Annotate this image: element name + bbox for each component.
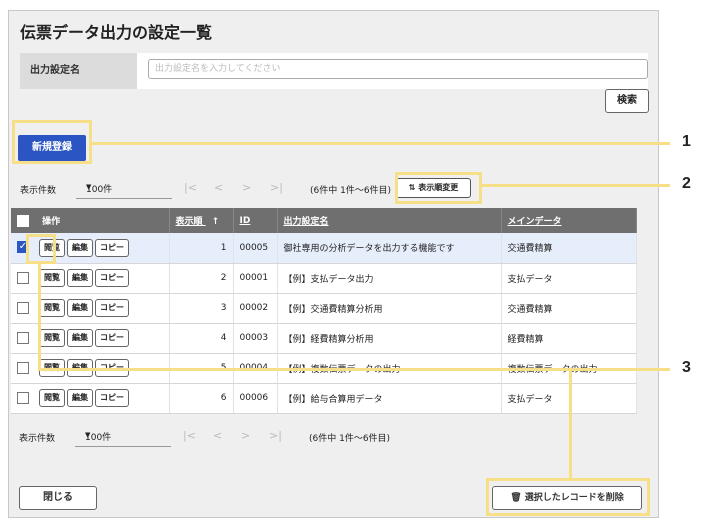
row-ops: 閲覧編集コピー: [11, 323, 170, 354]
cell-id: 00005: [233, 233, 278, 264]
edit-button[interactable]: 編集: [67, 329, 93, 347]
per-page-select[interactable]: 100件 ▼: [76, 177, 172, 199]
first-page-icon[interactable]: |<: [183, 429, 196, 442]
header-ops: 操作: [11, 208, 170, 233]
next-page-icon[interactable]: >: [242, 181, 251, 194]
new-registration-button[interactable]: 新規登録: [18, 135, 86, 161]
cell-main-data: 交通費精算: [501, 233, 637, 264]
row-ops: 閲覧編集コピー: [11, 263, 170, 294]
caret-down-icon: ▼: [86, 183, 92, 191]
cell-order: 2: [169, 263, 234, 294]
settings-table: 操作 表示順 ↑ ID 出力設定名 メインデータ ✓ 閲覧 編集 コピー 1 00005 御…: [11, 208, 637, 414]
sort-button-label: 表示順変更: [418, 183, 459, 192]
row-ops: ✓ 閲覧 編集 コピー: [11, 233, 170, 264]
cell-id: 00003: [233, 323, 278, 354]
callout-line-2: [482, 184, 670, 187]
edit-button[interactable]: 編集: [67, 389, 93, 407]
next-page-icon[interactable]: >: [241, 429, 250, 442]
search-row: 出力設定名 出力設定名を入力してください: [20, 53, 648, 89]
row-checkbox[interactable]: [17, 391, 29, 404]
row-checkbox[interactable]: ✓: [17, 241, 29, 254]
view-button[interactable]: 閲覧: [39, 389, 65, 407]
display-order-change-button[interactable]: ⇅ 表示順変更: [396, 178, 471, 198]
row-ops: 閲覧編集コピー: [11, 293, 170, 324]
prev-page-icon[interactable]: <: [214, 181, 223, 194]
header-order[interactable]: 表示順 ↑: [169, 208, 234, 233]
cell-order: 6: [169, 383, 234, 414]
cell-name: 【例】給与合算用データ: [277, 383, 502, 414]
copy-button[interactable]: コピー: [95, 269, 129, 287]
edit-button[interactable]: 編集: [67, 238, 93, 257]
trash-icon: 🗑: [510, 493, 522, 503]
callout-number-2: 2: [682, 175, 691, 192]
per-page-label: 表示件数: [20, 186, 57, 196]
record-count-bottom: (6件中 1件～6件目): [309, 434, 391, 444]
callout-line-1: [92, 142, 670, 145]
cell-main-data: 経費精算: [501, 323, 637, 354]
last-page-icon[interactable]: >|: [269, 429, 282, 442]
table-row: 閲覧 編集 コピー 3 00002 【例】交通費精算分析用 交通費精算: [11, 293, 637, 324]
search-button[interactable]: 検索: [605, 89, 649, 113]
close-button[interactable]: 閉じる: [19, 486, 97, 510]
delete-label: 選択したレコードを削除: [524, 493, 624, 503]
header-ops-label: 操作: [42, 216, 61, 227]
view-button[interactable]: 閲覧: [39, 299, 65, 317]
cell-order: 1: [169, 233, 234, 264]
cell-name: 【例】経費精算分析用: [277, 323, 502, 354]
cell-order: 3: [169, 293, 234, 324]
row-checkbox[interactable]: [17, 301, 29, 314]
copy-button[interactable]: コピー: [95, 238, 129, 257]
cell-id: 00006: [233, 383, 278, 414]
last-page-icon[interactable]: >|: [270, 181, 283, 194]
sort-arrow-up-icon: ↑: [211, 217, 220, 227]
header-name[interactable]: 出力設定名: [277, 208, 502, 233]
view-button[interactable]: 閲覧: [39, 238, 65, 257]
callout-vline-3a: [38, 264, 41, 370]
edit-button[interactable]: 編集: [67, 269, 93, 287]
header-main-data[interactable]: メインデータ: [501, 208, 637, 233]
callout-number-3: 3: [682, 359, 691, 376]
copy-button[interactable]: コピー: [95, 329, 129, 347]
cell-id: 00002: [233, 293, 278, 324]
header-id[interactable]: ID: [233, 208, 278, 233]
callout-line-3: [38, 368, 670, 371]
header-order-label: 表示順: [175, 217, 203, 227]
search-label: 出力設定名: [20, 53, 137, 89]
callout-vline-3b: [569, 368, 572, 480]
cell-name: 御社専用の分析データを出力する機能です: [277, 233, 502, 264]
row-checkbox[interactable]: [17, 361, 29, 374]
prev-page-icon[interactable]: <: [213, 429, 222, 442]
view-button[interactable]: 閲覧: [39, 329, 65, 347]
record-count: (6件中 1件～6件目): [310, 186, 392, 196]
caret-down-icon: ▼: [85, 431, 91, 439]
table-row: ✓ 閲覧 編集 コピー 1 00005 御社専用の分析データを出力する機能です 交通費精算: [11, 233, 637, 264]
cell-main-data: 交通費精算: [501, 293, 637, 324]
copy-button[interactable]: コピー: [95, 299, 129, 317]
search-input[interactable]: 出力設定名を入力してください: [148, 59, 648, 79]
cell-id: 00001: [233, 263, 278, 294]
table-row: 閲覧 編集 コピー 6 00006 【例】給与合算用データ 支払データ: [11, 383, 637, 414]
first-page-icon[interactable]: |<: [184, 181, 197, 194]
delete-selected-button[interactable]: 🗑 選択したレコードを削除: [492, 486, 642, 510]
edit-button[interactable]: 編集: [67, 299, 93, 317]
select-all-checkbox[interactable]: [17, 215, 29, 228]
sort-icon: ⇅: [408, 183, 416, 192]
pager-bottom: 表示件数 100件 ▼ |< < > >| (6件中 1件～6件目): [19, 425, 639, 449]
table-row: 閲覧 編集 コピー 2 00001 【例】支払データ出力 支払データ: [11, 263, 637, 294]
row-ops: 閲覧編集コピー: [11, 383, 170, 414]
row-checkbox[interactable]: [17, 331, 29, 344]
per-page-label-bottom: 表示件数: [19, 434, 56, 444]
page-title: 伝票データ出力の設定一覧: [20, 23, 213, 42]
pager-top: 表示件数 100件 ▼ |< < > >| (6件中 1件～6件目): [20, 177, 640, 201]
view-button[interactable]: 閲覧: [39, 269, 65, 287]
cell-name: 【例】交通費精算分析用: [277, 293, 502, 324]
copy-button[interactable]: コピー: [95, 389, 129, 407]
cell-name: 【例】支払データ出力: [277, 263, 502, 294]
row-checkbox[interactable]: [17, 271, 29, 284]
per-page-select-bottom[interactable]: 100件 ▼: [75, 425, 171, 447]
cell-main-data: 支払データ: [501, 263, 637, 294]
table-row: 閲覧 編集 コピー 4 00003 【例】経費精算分析用 経費精算: [11, 323, 637, 354]
callout-number-1: 1: [682, 133, 691, 150]
cell-order: 4: [169, 323, 234, 354]
